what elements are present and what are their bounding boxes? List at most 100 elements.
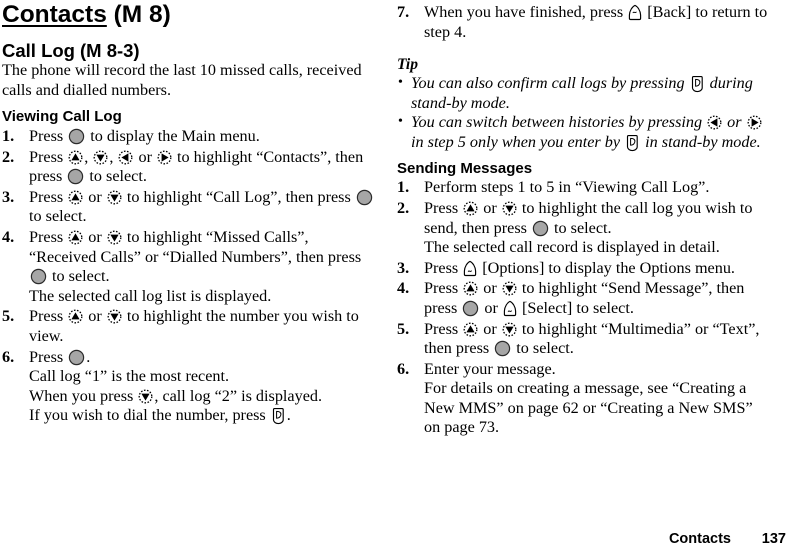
right-soft-key-icon	[628, 4, 642, 21]
navigation-left-key-icon	[707, 115, 722, 130]
send-call-key-icon	[690, 75, 705, 93]
step-text: or	[723, 113, 746, 132]
step-text: to select.	[29, 207, 87, 226]
step-text: or	[479, 198, 501, 217]
step-item: 2. Press or to highlight the call log you…	[397, 199, 769, 258]
step-text: Press	[29, 228, 68, 247]
step-number: 6.	[2, 347, 15, 366]
step-text: ,	[84, 147, 93, 166]
step-text: Press	[424, 258, 463, 277]
step-number: 3.	[397, 258, 410, 277]
step-item: 5. Press or to highlight “Multimedia” or …	[397, 320, 769, 359]
step-text: Press	[29, 347, 68, 366]
step-text: to select.	[85, 167, 147, 186]
step-text: The selected call record is displayed in…	[424, 238, 720, 257]
step-number: 1.	[397, 178, 410, 197]
step-text: or	[479, 279, 501, 298]
call-log-intro: The phone will record the last 10 missed…	[2, 61, 362, 99]
step-number: 6.	[397, 359, 410, 378]
step-text: Press	[424, 198, 463, 217]
step-text: or	[84, 228, 106, 247]
navigation-down-key-icon	[502, 201, 517, 216]
center-select-key-icon	[532, 220, 549, 237]
step-number: 3.	[2, 187, 15, 206]
step-text: or	[84, 307, 106, 326]
step-text: When you press	[29, 386, 138, 405]
step-text: .	[86, 347, 91, 366]
navigation-right-key-icon	[157, 150, 172, 165]
tip-heading: Tip	[397, 56, 418, 74]
step-text: Perform steps 1 to 5 in “Viewing Call Lo…	[424, 178, 710, 197]
step-item: 1. Press to display the Main menu.	[2, 127, 374, 147]
step-item: 3. Press or to highlight “Call Log”, then…	[2, 188, 374, 227]
section-heading-call-log: Call Log (M 8-3)	[2, 41, 374, 60]
step-text: If you wish to dial the number, press	[29, 406, 270, 425]
step-number: 7.	[397, 3, 410, 21]
viewing-call-log-steps-continued: 7. When you have finished, press [Back] t…	[397, 3, 769, 42]
step-text: For details on creating a message, see “…	[424, 379, 753, 437]
navigation-up-key-icon	[68, 190, 83, 205]
step-text: to highlight “Call Log”, then press	[122, 187, 355, 206]
step-text: Call log “1” is the most recent.	[29, 367, 230, 386]
step-number: 2.	[397, 198, 410, 217]
navigation-up-key-icon	[463, 201, 478, 216]
step-text: Press	[424, 279, 463, 298]
navigation-up-key-icon	[463, 281, 478, 296]
manual-page: Contacts (M 8) Call Log (M 8-3) The phone…	[0, 0, 791, 553]
send-call-key-icon	[271, 407, 286, 425]
navigation-down-key-icon	[502, 281, 517, 296]
step-number: 2.	[2, 147, 15, 166]
step-text: to select.	[550, 218, 612, 237]
step-item: 6. Press . Call log “1” is the most recent…	[2, 348, 374, 426]
step-text: to select.	[48, 267, 110, 286]
step-text: Press	[29, 307, 68, 326]
step-item: 4. Press or to highlight “Send Message”, …	[397, 279, 769, 318]
step-item: 2. Press , , or to highlight “Contacts”, …	[2, 148, 374, 187]
center-select-key-icon	[68, 349, 85, 366]
sending-messages-steps: 1. Perform steps 1 to 5 in “Viewing Call …	[397, 178, 769, 438]
step-text: to display the Main menu.	[86, 127, 260, 146]
navigation-down-key-icon	[138, 389, 153, 404]
subsection-heading-viewing-call-log: Viewing Call Log	[2, 108, 122, 126]
right-column: 7. When you have finished, press [Back] t…	[397, 0, 769, 439]
step-text: You can switch between histories by pres…	[411, 113, 707, 132]
page-title: Contacts (M 8)	[2, 0, 374, 28]
step-text: Press	[29, 127, 68, 146]
footer-page-number: 137	[761, 531, 786, 547]
step-text: to select.	[512, 339, 574, 358]
viewing-call-log-steps: 1. Press to display the Main menu. 2. Press…	[2, 127, 374, 426]
step-text: You can also confirm call logs by pressi…	[411, 74, 689, 93]
navigation-left-key-icon	[118, 150, 133, 165]
step-text: Enter your message.	[424, 359, 556, 378]
center-select-key-icon	[30, 268, 47, 285]
step-item: 4. Press or to highlight “Missed Calls”, …	[2, 228, 374, 306]
footer-chapter-title: Contacts	[668, 531, 731, 547]
bullet-icon: •	[398, 75, 403, 91]
bullet-icon: •	[398, 114, 403, 130]
step-number: 4.	[397, 279, 410, 298]
step-number: 5.	[2, 307, 15, 326]
page-footer: Contacts 137	[0, 527, 791, 547]
step-item: 1. Perform steps 1 to 5 in “Viewing Call …	[397, 178, 769, 198]
step-item: 7. When you have finished, press [Back] t…	[397, 3, 769, 42]
step-item: 5. Press or to highlight the number you w…	[2, 307, 374, 346]
navigation-down-key-icon	[93, 150, 108, 165]
section-heading-text: Call Log	[2, 39, 75, 61]
center-select-key-icon	[462, 300, 479, 317]
step-text: or	[479, 319, 501, 338]
step-text: ,	[109, 147, 118, 166]
step-number: 5.	[397, 319, 410, 338]
navigation-up-key-icon	[68, 150, 83, 165]
page-title-text: Contacts	[2, 1, 107, 28]
section-heading-suffix: (M 8-3)	[79, 39, 140, 61]
step-text: or	[84, 187, 106, 206]
step-text: The selected call log list is displayed.	[29, 286, 272, 305]
navigation-down-key-icon	[502, 322, 517, 337]
step-text: When you have finished, press	[424, 3, 628, 21]
step-text: [Options] to display the Options menu.	[478, 258, 735, 277]
tip-item: • You can also confirm call logs by press…	[397, 74, 769, 113]
left-soft-key-icon	[503, 300, 517, 317]
subsection-heading-sending-messages: Sending Messages	[397, 159, 533, 177]
page-title-suffix: (M 8)	[113, 1, 171, 28]
step-text: in stand-by mode.	[641, 133, 761, 152]
